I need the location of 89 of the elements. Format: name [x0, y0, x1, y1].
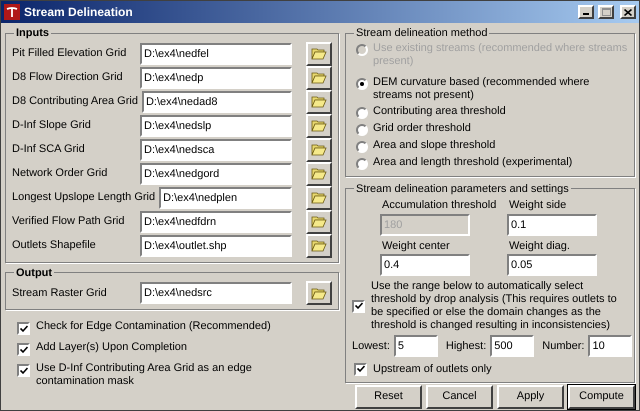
radio-label: Grid order threshold	[373, 122, 472, 134]
maximize-button[interactable]	[598, 5, 614, 19]
text-field[interactable]: D:\ex4\nedfdrn	[140, 210, 292, 232]
checkbox[interactable]	[352, 300, 365, 312]
field-label: D8 Contributing Area Grid	[12, 94, 138, 110]
text-field[interactable]: D:\ex4\outlet.shp	[140, 234, 292, 256]
close-icon	[624, 8, 632, 16]
text-field[interactable]: D:\ex4\nedsca	[140, 138, 292, 160]
checkbox[interactable]	[17, 343, 30, 356]
field-label: Pit Filled Elevation Grid	[12, 46, 128, 62]
browse-button[interactable]	[306, 138, 332, 162]
app-icon	[4, 4, 20, 20]
text-field[interactable]: 5	[394, 335, 438, 357]
folder-icon	[311, 286, 327, 300]
field-label: Number:	[542, 338, 584, 354]
checkbox[interactable]	[354, 362, 367, 376]
folder-icon	[311, 71, 327, 84]
text-field[interactable]: D:\ex4\nedsrc	[140, 282, 292, 304]
field-label: D8 Flow Direction Grid	[12, 70, 124, 86]
field-label: Network Order Grid	[12, 166, 108, 182]
browse-button[interactable]	[306, 234, 332, 258]
radio-button[interactable]	[356, 140, 368, 152]
text-field[interactable]: D:\ex4\nedad8	[142, 90, 292, 112]
option-label: Upstream of outlets only	[373, 362, 492, 377]
folder-icon	[311, 215, 327, 228]
text-field[interactable]: 500	[490, 335, 534, 357]
text-field[interactable]: 0.05	[507, 254, 597, 276]
checkbox[interactable]	[17, 322, 30, 335]
text-field[interactable]: D:\ex4\nedp	[140, 66, 292, 88]
browse-button[interactable]	[306, 281, 332, 305]
browse-button[interactable]	[306, 186, 332, 210]
field-label: Weight side	[508, 198, 568, 213]
field-label: Stream Raster Grid	[12, 286, 108, 301]
dialog-button[interactable]: Reset	[355, 384, 422, 408]
option-label: Check for Edge Contamination (Recommended)	[36, 320, 272, 333]
field-label: D-Inf SCA Grid	[12, 142, 86, 158]
dialog-button[interactable]: Compute	[568, 384, 635, 408]
group-title: Inputs	[15, 26, 50, 41]
text-field[interactable]: 0.1	[507, 214, 597, 236]
radio-label: Area and slope threshold	[373, 138, 496, 152]
radio-button[interactable]	[356, 124, 368, 136]
dialog-button[interactable]: Cancel	[426, 384, 493, 408]
window-title: Stream Delineation	[24, 4, 134, 21]
field-label: Weight diag.	[508, 238, 571, 254]
field-label: Longest Upslope Length Grid	[12, 190, 156, 206]
maximize-icon	[602, 8, 610, 16]
radio-label: Contributing area threshold	[373, 104, 507, 118]
group-title: Output	[15, 266, 54, 280]
dialog-button[interactable]: Apply	[497, 384, 564, 408]
folder-icon	[311, 47, 327, 60]
radio-label: Area and length threshold (experimental)	[373, 156, 574, 168]
text-field[interactable]: D:\ex4\nedslp	[140, 114, 292, 136]
folder-icon	[311, 239, 327, 252]
field-label: Outlets Shapefile	[12, 238, 97, 254]
checkbox[interactable]	[17, 364, 30, 377]
radio-button[interactable]	[356, 158, 368, 170]
folder-icon	[311, 95, 327, 108]
text-field[interactable]: 0.4	[380, 254, 470, 276]
minimize-button[interactable]	[578, 5, 594, 19]
browse-button[interactable]	[306, 66, 332, 90]
text-field[interactable]: 10	[588, 335, 632, 357]
option-label: Add Layer(s) Upon Completion	[36, 341, 188, 354]
browse-button[interactable]	[306, 42, 332, 66]
field-label: Lowest:	[352, 338, 390, 354]
group-title: Stream delineation parameters and settings	[355, 182, 570, 196]
radio-button[interactable]	[356, 78, 368, 90]
text-field[interactable]: D:\ex4\nedgord	[140, 162, 292, 184]
field-label: Verified Flow Path Grid	[12, 214, 126, 230]
folder-icon	[311, 167, 327, 180]
field-label: Highest:	[446, 338, 486, 354]
group-title: Stream delineation method	[355, 26, 488, 41]
option-label: Use D-Inf Contributing Area Grid as an edge contamination mask	[36, 362, 253, 388]
browse-button[interactable]	[306, 90, 332, 114]
option-label: Use the range below to automatically select threshold by drop analysis (This requires outlets to be specified or else the domain changes as the threshold is changed resulting in inconsistencies)	[371, 280, 618, 332]
folder-icon	[311, 191, 327, 204]
minimize-icon	[583, 13, 589, 15]
radio-label: DEM curvature based (recommended where streams not present)	[373, 76, 590, 102]
field-label: Weight center	[381, 238, 451, 254]
close-button[interactable]	[620, 5, 636, 19]
browse-button[interactable]	[306, 162, 332, 186]
field-label: Accumulation threshold	[381, 198, 498, 213]
text-field[interactable]: D:\ex4\nedplen	[159, 186, 292, 208]
browse-button[interactable]	[306, 114, 332, 138]
text-field[interactable]: D:\ex4\nedfel	[140, 42, 292, 64]
field-label: D-Inf Slope Grid	[12, 118, 92, 134]
folder-icon	[311, 119, 327, 132]
folder-icon	[311, 143, 327, 156]
browse-button[interactable]	[306, 210, 332, 234]
radio-button[interactable]	[356, 106, 368, 118]
